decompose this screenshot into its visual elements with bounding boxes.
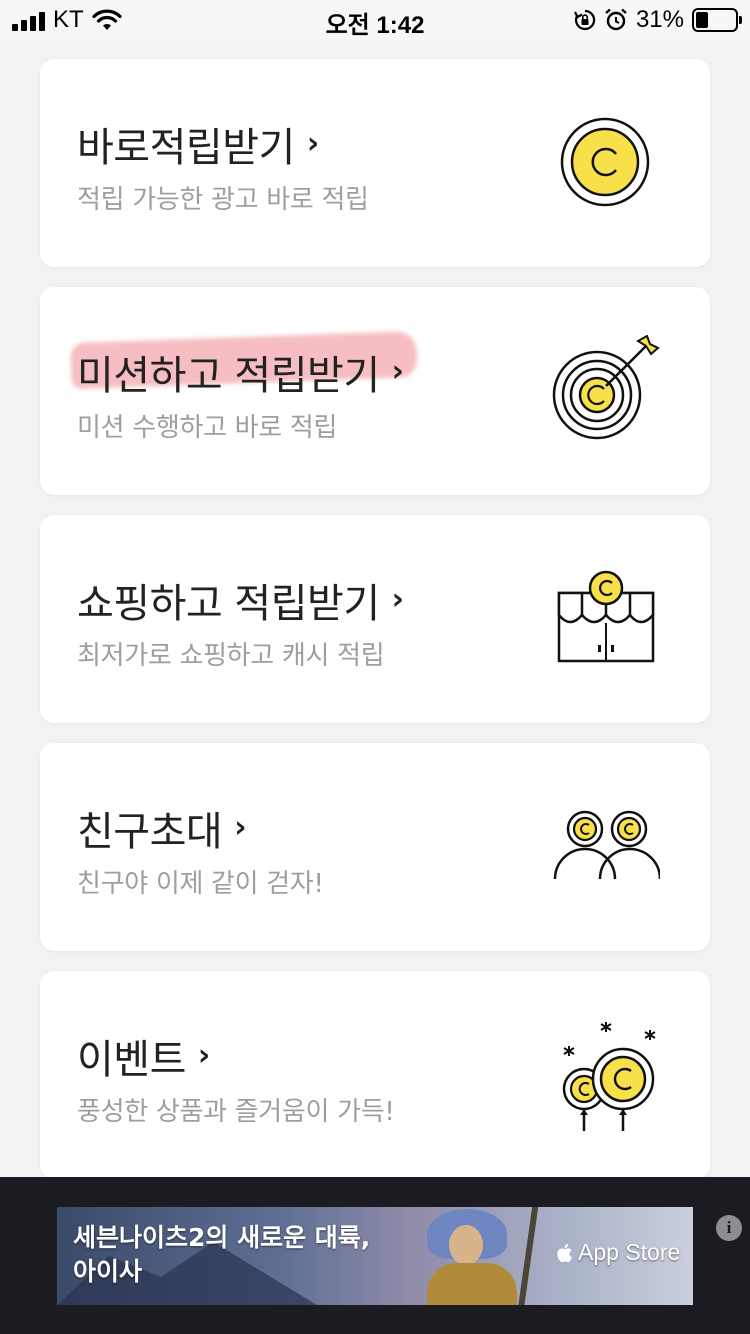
- card-shopping-reward[interactable]: 쇼핑하고 적립받기 › 최저가로 쇼핑하고 캐시 적립: [40, 515, 710, 723]
- ad-banner[interactable]: 세븐나이츠2의 새로운 대륙, 아이사 App Store i: [0, 1177, 750, 1334]
- friends-icon: [553, 810, 660, 880]
- chevron-right-icon: ›: [391, 353, 404, 389]
- card-subtitle: 미션 수행하고 바로 적립: [77, 413, 338, 443]
- card-subtitle: 최저가로 쇼핑하고 캐시 적립: [77, 641, 385, 671]
- balloons-icon: [562, 1022, 656, 1131]
- card-title: 미션하고 적립받기: [77, 353, 380, 399]
- reward-menu-list: 바로적립받기 › 적립 가능한 광고 바로 적립 미션하고 적립받기 › 미션 …: [40, 59, 710, 1199]
- card-mission-reward[interactable]: 미션하고 적립받기 › 미션 수행하고 바로 적립: [40, 287, 710, 495]
- ad-headline: 세븐나이츠2의 새로운 대륙, 아이사: [73, 1223, 371, 1286]
- app-store-badge[interactable]: App Store: [556, 1239, 680, 1266]
- alarm-icon: [605, 8, 627, 31]
- chevron-right-icon: ›: [391, 581, 404, 617]
- chevron-right-icon: ›: [234, 809, 247, 845]
- chevron-right-icon: ›: [197, 1037, 210, 1073]
- coin-icon: [560, 117, 650, 207]
- chevron-right-icon: ›: [306, 125, 319, 161]
- orientation-lock-icon: [573, 9, 596, 31]
- card-subtitle: 친구야 이제 같이 걷자!: [77, 869, 324, 899]
- card-title: 이벤트: [77, 1037, 186, 1083]
- card-events[interactable]: 이벤트 › 풍성한 상품과 즐거움이 가득!: [40, 971, 710, 1179]
- card-subtitle: 풍성한 상품과 즐거움이 가득!: [77, 1097, 395, 1127]
- card-subtitle: 적립 가능한 광고 바로 적립: [77, 185, 369, 215]
- shop-icon: [557, 570, 655, 663]
- card-invite-friends[interactable]: 친구초대 › 친구야 이제 같이 걷자!: [40, 743, 710, 951]
- battery-percent: 31%: [635, 6, 684, 33]
- card-instant-reward[interactable]: 바로적립받기 › 적립 가능한 광고 바로 적립: [40, 59, 710, 267]
- ad-info-icon[interactable]: i: [716, 1215, 742, 1241]
- card-title: 쇼핑하고 적립받기: [77, 581, 380, 627]
- target-icon: [552, 335, 660, 440]
- apple-icon: [557, 1243, 572, 1262]
- app-store-label: App Store: [578, 1239, 681, 1265]
- status-bar: KT 오전 1:42 31%: [0, 0, 750, 40]
- battery-icon: [692, 8, 742, 32]
- card-title: 친구초대: [77, 809, 223, 855]
- game-character-illustration: [387, 1207, 547, 1305]
- card-title: 바로적립받기: [77, 125, 295, 171]
